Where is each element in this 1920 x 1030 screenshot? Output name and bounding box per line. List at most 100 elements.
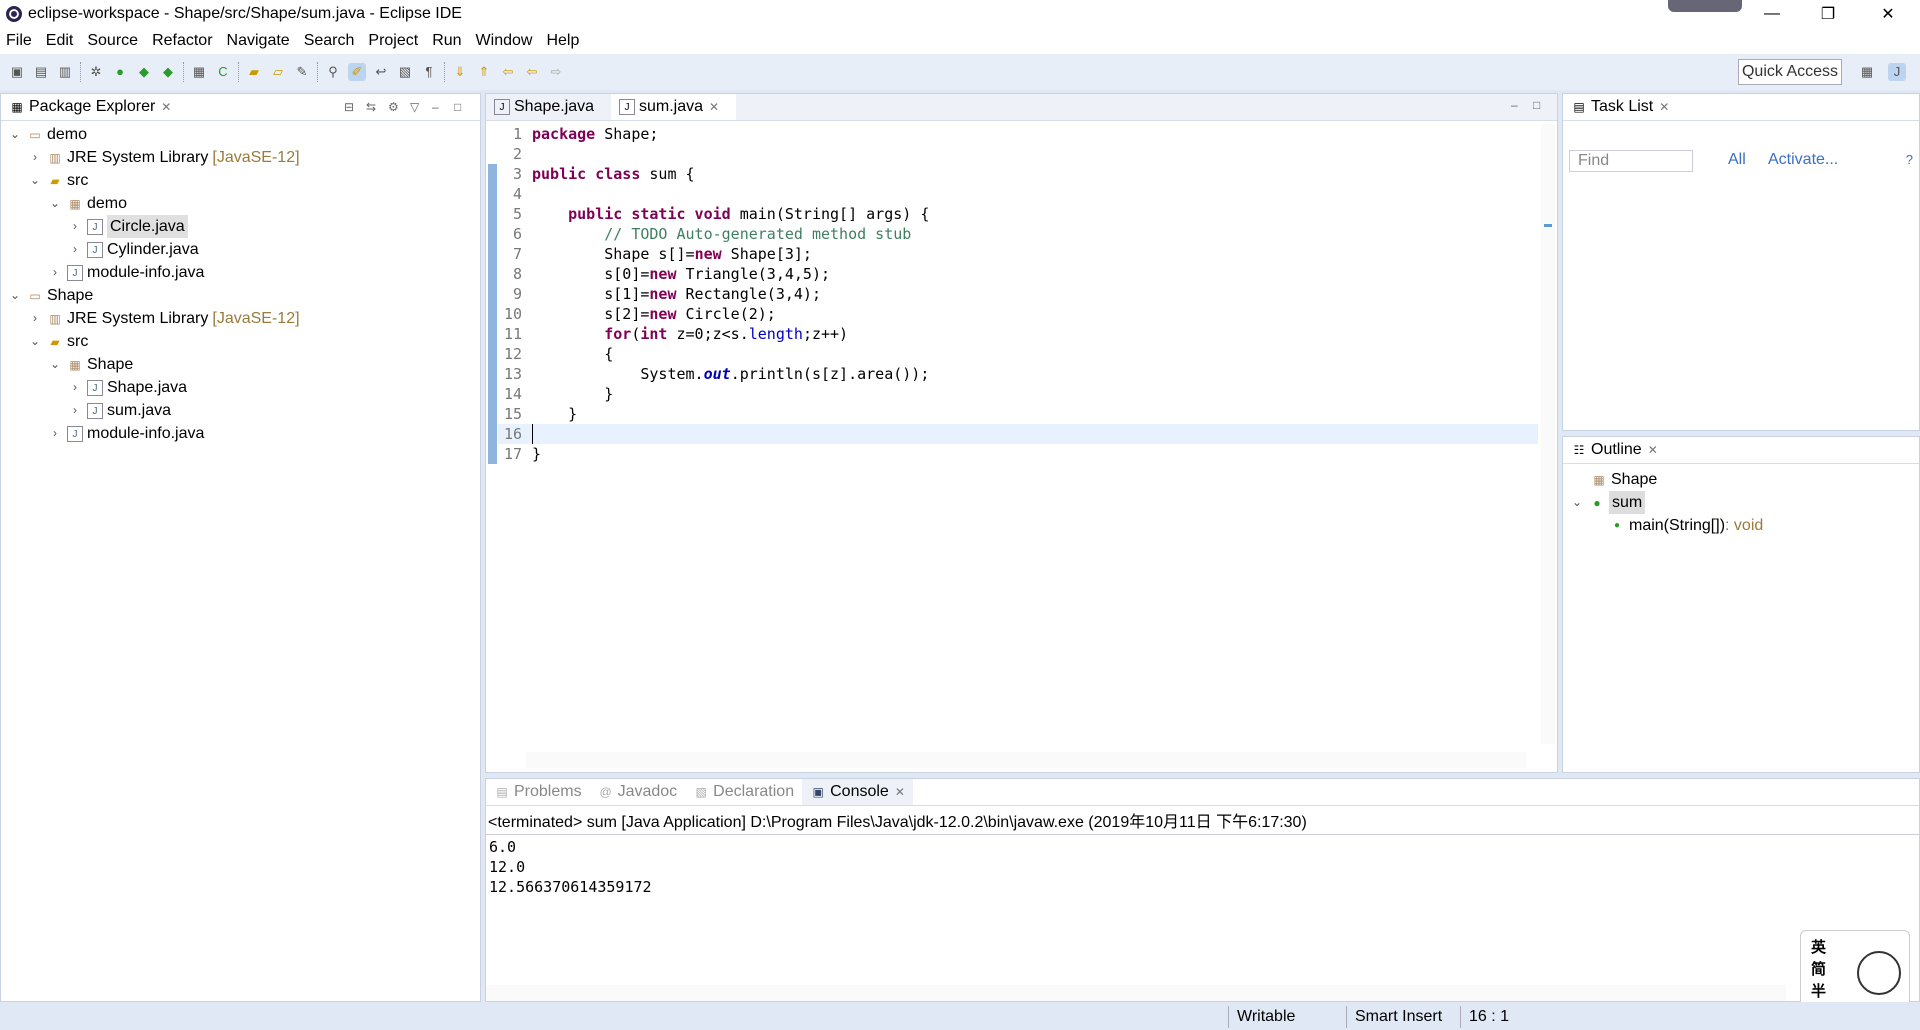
- menu-edit[interactable]: Edit: [46, 32, 74, 50]
- new-java-class-icon[interactable]: C: [214, 63, 232, 81]
- tab-declaration[interactable]: ▧ Declaration: [685, 779, 803, 805]
- menu-search[interactable]: Search: [304, 32, 355, 50]
- word-wrap-icon[interactable]: ↩: [372, 63, 390, 81]
- tab-task-list[interactable]: ▤ Task List ✕: [1563, 94, 1678, 120]
- open-perspective-icon[interactable]: ▦: [1858, 63, 1876, 81]
- console-output[interactable]: 6.0 12.0 12.566370614359172: [486, 835, 1919, 899]
- run-icon[interactable]: ●: [111, 63, 129, 81]
- close-icon[interactable]: ✕: [1648, 443, 1658, 457]
- tree-item[interactable]: › J Circle.java: [1, 215, 480, 238]
- quick-access-input[interactable]: Quick Access: [1738, 59, 1842, 85]
- tab-shape-java[interactable]: J Shape.java: [486, 94, 611, 120]
- menu-file[interactable]: File: [6, 32, 32, 50]
- menu-project[interactable]: Project: [368, 32, 418, 50]
- menu-run[interactable]: Run: [432, 32, 461, 50]
- close-icon[interactable]: ✕: [161, 100, 171, 114]
- java-perspective-icon[interactable]: J: [1888, 63, 1906, 81]
- restore-button[interactable]: ❐: [1800, 0, 1856, 27]
- coverage-icon[interactable]: ◆: [135, 63, 153, 81]
- tab-outline[interactable]: ☷ Outline ✕: [1563, 437, 1666, 463]
- mark-occurrences-icon[interactable]: ✐: [348, 63, 366, 81]
- tab-javadoc[interactable]: @ Javadoc: [589, 779, 686, 805]
- close-icon[interactable]: ✕: [895, 785, 905, 799]
- horizontal-scrollbar[interactable]: [486, 985, 1786, 1001]
- maximize-icon[interactable]: □: [1533, 98, 1547, 112]
- close-button[interactable]: ✕: [1860, 0, 1916, 27]
- chevron-right-icon[interactable]: ›: [47, 422, 63, 445]
- tree-item[interactable]: ⌄ ▰ src: [1, 169, 480, 192]
- chevron-down-icon[interactable]: ⌄: [1569, 491, 1585, 514]
- tree-item[interactable]: › Jsum.java: [1, 399, 480, 422]
- menu-source[interactable]: Source: [87, 32, 138, 50]
- debug-icon[interactable]: ✲: [87, 63, 105, 81]
- minimize-icon[interactable]: –: [1511, 98, 1525, 112]
- tree-item[interactable]: ⌄ ▰ src: [1, 330, 480, 353]
- save-all-icon[interactable]: ▥: [56, 63, 74, 81]
- forward-icon[interactable]: ⇨: [547, 63, 565, 81]
- menu-navigate[interactable]: Navigate: [227, 32, 290, 50]
- tree-item[interactable]: ⌄ ▭ demo: [1, 123, 480, 146]
- link-editor-icon[interactable]: ⇆: [366, 100, 380, 114]
- task-find-input[interactable]: Find: [1569, 150, 1693, 172]
- minimize-button[interactable]: —: [1744, 0, 1800, 27]
- tree-item[interactable]: ⌄ ▦ Shape: [1, 353, 480, 376]
- chevron-right-icon[interactable]: ›: [67, 238, 83, 261]
- help-icon[interactable]: ?: [1906, 152, 1913, 167]
- new-icon[interactable]: ▣: [8, 63, 26, 81]
- collapse-all-icon[interactable]: ⊟: [344, 100, 358, 114]
- tree-item[interactable]: › J Shape.java: [1, 376, 480, 399]
- tree-item[interactable]: › ▥ JRE System Library [JavaSE-12]: [1, 146, 480, 169]
- tree-item[interactable]: › Jmodule-info.java: [1, 261, 480, 284]
- menu-window[interactable]: Window: [476, 32, 533, 50]
- tab-package-explorer[interactable]: ▦ Package Explorer ✕: [1, 94, 180, 120]
- chevron-down-icon[interactable]: ⌄: [27, 169, 43, 192]
- code-editor[interactable]: 1 package Shape; 2 3 public class sum {4 5 pu…: [498, 124, 1538, 464]
- open-task-icon[interactable]: ▱: [269, 63, 287, 81]
- maximize-icon[interactable]: □: [454, 100, 468, 114]
- menu-help[interactable]: Help: [546, 32, 579, 50]
- chevron-right-icon[interactable]: ›: [27, 307, 43, 330]
- tab-problems[interactable]: ▤ Problems: [486, 779, 590, 805]
- close-icon[interactable]: ✕: [1659, 100, 1669, 114]
- filter-icon[interactable]: ⚙: [388, 100, 402, 114]
- view-menu-icon[interactable]: ▽: [410, 100, 424, 114]
- chevron-right-icon[interactable]: ›: [67, 399, 83, 422]
- tab-console[interactable]: ▣ Console ✕: [802, 779, 913, 805]
- tab-sum-java[interactable]: Jsum.java ✕: [611, 94, 736, 120]
- back-icon[interactable]: ⇦: [523, 63, 541, 81]
- chevron-right-icon[interactable]: ›: [67, 215, 83, 238]
- outline-item-package[interactable]: ▦ Shape: [1563, 468, 1919, 491]
- ime-char[interactable]: 半: [1811, 981, 1826, 1003]
- chevron-down-icon[interactable]: ⌄: [7, 284, 23, 307]
- save-icon[interactable]: ▤: [32, 63, 50, 81]
- ime-char[interactable]: 英: [1811, 937, 1826, 959]
- search-icon[interactable]: ✎: [293, 63, 311, 81]
- chevron-down-icon[interactable]: ⌄: [47, 192, 63, 215]
- close-icon[interactable]: ✕: [709, 100, 719, 114]
- external-tools-icon[interactable]: ◆: [159, 63, 177, 81]
- chevron-right-icon[interactable]: ›: [27, 146, 43, 169]
- new-java-package-icon[interactable]: ▦: [190, 63, 208, 81]
- next-annotation-icon[interactable]: ⇓: [451, 63, 469, 81]
- tree-item[interactable]: › J Cylinder.java: [1, 238, 480, 261]
- tree-item[interactable]: › Jmodule-info.java: [1, 422, 480, 445]
- block-select-icon[interactable]: ▧: [396, 63, 414, 81]
- vertical-scrollbar[interactable]: [1541, 124, 1555, 744]
- tree-item[interactable]: ⌄ ▭ Shape: [1, 284, 480, 307]
- chevron-down-icon[interactable]: ⌄: [7, 123, 23, 146]
- chevron-down-icon[interactable]: ⌄: [27, 330, 43, 353]
- outline-item-class[interactable]: ⌄ ● sum: [1563, 491, 1919, 514]
- show-whitespace-icon[interactable]: ¶: [420, 63, 438, 81]
- horizontal-scrollbar[interactable]: [526, 752, 1526, 768]
- ime-char[interactable]: 简: [1811, 959, 1826, 981]
- menu-refactor[interactable]: Refactor: [152, 32, 212, 50]
- chevron-down-icon[interactable]: ⌄: [47, 353, 63, 376]
- prev-annotation-icon[interactable]: ⇑: [475, 63, 493, 81]
- chevron-right-icon[interactable]: ›: [47, 261, 63, 284]
- tree-item[interactable]: › ▥ JRE System Library [JavaSE-12]: [1, 307, 480, 330]
- outline-item-method[interactable]: ● main(String[]) : void: [1563, 514, 1919, 537]
- last-edit-icon[interactable]: ⇦: [499, 63, 517, 81]
- toggle-breadcrumb-icon[interactable]: ⚲: [324, 63, 342, 81]
- all-link[interactable]: All: [1728, 151, 1746, 169]
- activate-link[interactable]: Activate...: [1768, 151, 1838, 169]
